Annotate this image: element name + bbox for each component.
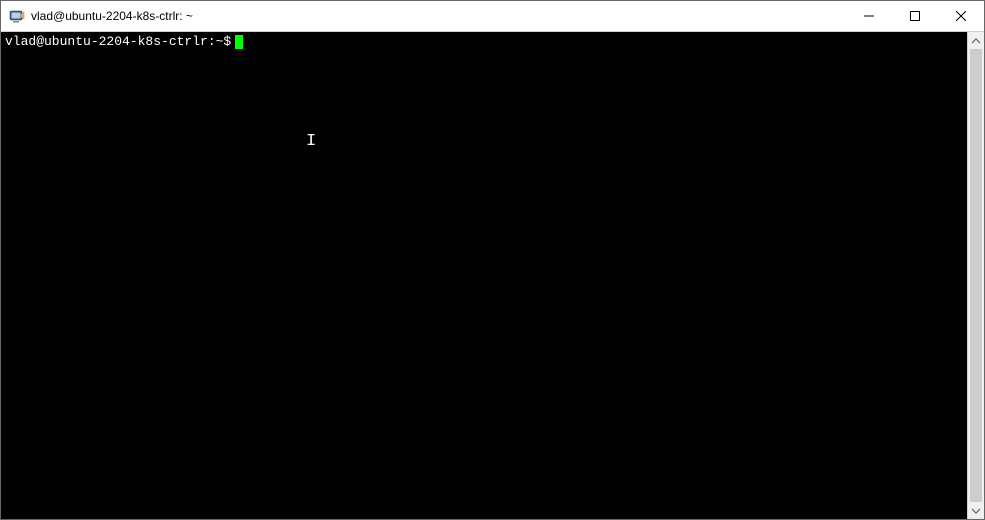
titlebar[interactable]: vlad@ubuntu-2204-k8s-ctrlr: ~ [1, 1, 984, 32]
minimize-icon [864, 11, 874, 21]
shell-prompt: vlad@ubuntu-2204-k8s-ctrlr:~$ [5, 34, 231, 50]
scroll-down-button[interactable] [968, 502, 984, 519]
title-left: vlad@ubuntu-2204-k8s-ctrlr: ~ [1, 8, 846, 24]
minimize-button[interactable] [846, 1, 892, 31]
client-area: vlad@ubuntu-2204-k8s-ctrlr:~$ I [1, 32, 984, 519]
scroll-thumb[interactable] [970, 49, 982, 502]
window-controls [846, 1, 984, 31]
prompt-line: vlad@ubuntu-2204-k8s-ctrlr:~$ [5, 34, 963, 50]
chevron-down-icon [972, 507, 980, 515]
maximize-icon [910, 11, 920, 21]
putty-window: vlad@ubuntu-2204-k8s-ctrlr: ~ [0, 0, 985, 520]
putty-icon [9, 8, 25, 24]
vertical-scrollbar[interactable] [967, 32, 984, 519]
scroll-track[interactable] [968, 49, 984, 502]
chevron-up-icon [972, 37, 980, 45]
maximize-button[interactable] [892, 1, 938, 31]
terminal-cursor [235, 35, 243, 49]
close-icon [956, 11, 966, 21]
text-caret-icon: I [306, 134, 316, 150]
window-title: vlad@ubuntu-2204-k8s-ctrlr: ~ [31, 9, 193, 23]
scroll-up-button[interactable] [968, 32, 984, 49]
terminal-area[interactable]: vlad@ubuntu-2204-k8s-ctrlr:~$ I [1, 32, 967, 519]
close-button[interactable] [938, 1, 984, 31]
